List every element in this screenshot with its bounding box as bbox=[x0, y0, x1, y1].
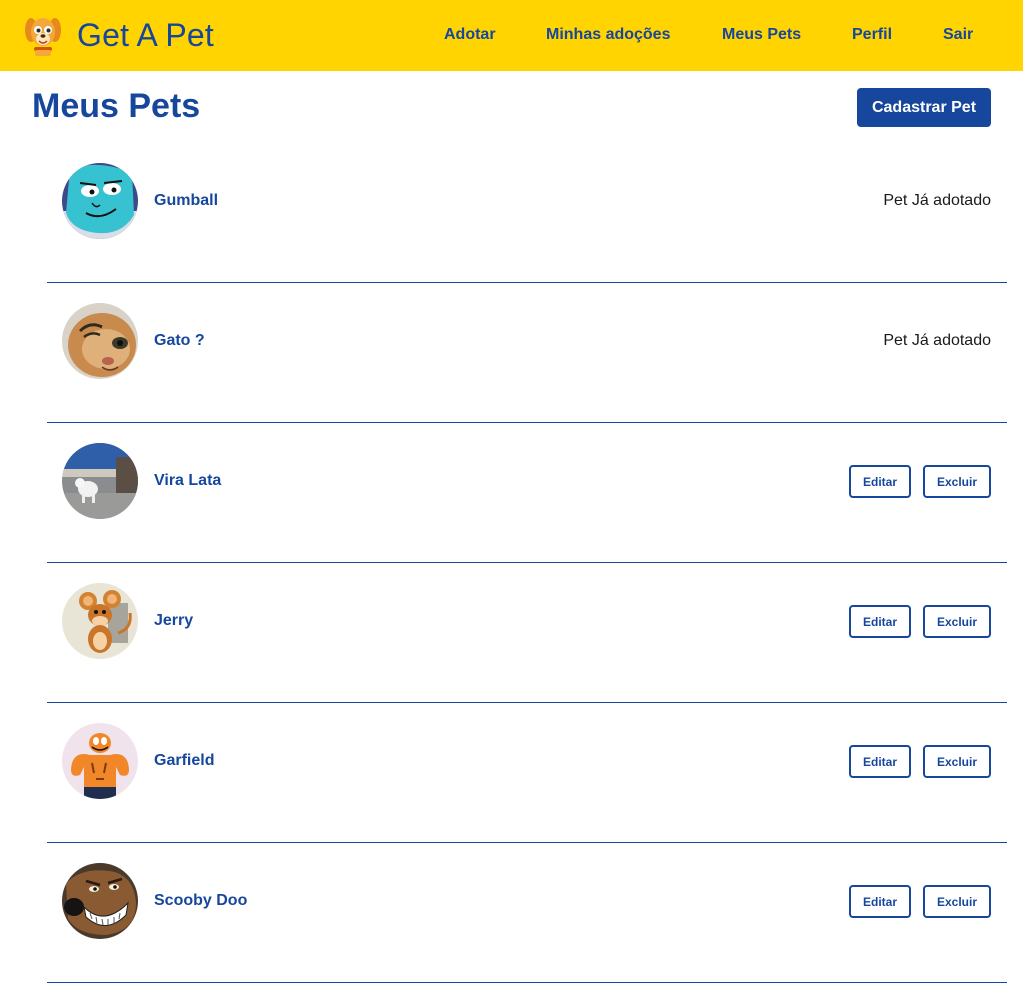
adopted-status: Pet Já adotado bbox=[883, 332, 991, 349]
adopted-status: Pet Já adotado bbox=[883, 192, 991, 209]
page-title: Meus Pets bbox=[32, 87, 201, 125]
brand[interactable]: Get A Pet bbox=[24, 14, 214, 56]
nav-adotar[interactable]: Adotar bbox=[444, 26, 496, 44]
dog-face-icon bbox=[25, 18, 61, 56]
scooby-doo-avatar-image bbox=[62, 863, 138, 939]
delete-button[interactable]: Excluir bbox=[923, 885, 991, 918]
garfield-avatar-image bbox=[62, 723, 138, 799]
pet-name[interactable]: Jerry bbox=[154, 612, 193, 630]
pet-row: Scooby Doo Editar Excluir bbox=[47, 843, 1007, 983]
delete-button[interactable]: Excluir bbox=[923, 605, 991, 638]
jerry-avatar-image bbox=[62, 583, 138, 659]
pet-row: Gumball Pet Já adotado bbox=[47, 143, 1007, 283]
navbar: Get A Pet Adotar Minhas adoções Meus Pet… bbox=[0, 0, 1023, 71]
pet-name[interactable]: Gumball bbox=[154, 192, 218, 210]
nav-minhas-adocoes[interactable]: Minhas adoções bbox=[546, 26, 670, 44]
edit-button[interactable]: Editar bbox=[849, 465, 911, 498]
pet-avatar bbox=[62, 583, 138, 659]
edit-button[interactable]: Editar bbox=[849, 745, 911, 778]
pet-name[interactable]: Scooby Doo bbox=[154, 892, 247, 910]
delete-button[interactable]: Excluir bbox=[923, 745, 991, 778]
add-pet-button[interactable]: Cadastrar Pet bbox=[857, 88, 991, 127]
cat-photo-avatar-image bbox=[62, 303, 138, 379]
pet-avatar bbox=[62, 443, 138, 519]
pet-name[interactable]: Vira Lata bbox=[154, 472, 221, 490]
dog-photo-avatar-image bbox=[62, 443, 138, 519]
pet-avatar bbox=[62, 303, 138, 379]
pet-row: Gato ? Pet Já adotado bbox=[47, 283, 1007, 423]
pet-row: Vira Lata Editar Excluir bbox=[47, 423, 1007, 563]
edit-button[interactable]: Editar bbox=[849, 605, 911, 638]
pet-name[interactable]: Gato ? bbox=[154, 332, 205, 350]
nav-sair[interactable]: Sair bbox=[943, 26, 973, 44]
nav-perfil[interactable]: Perfil bbox=[852, 26, 892, 44]
nav-meus-pets[interactable]: Meus Pets bbox=[722, 26, 801, 44]
pet-row: Garfield Editar Excluir bbox=[47, 703, 1007, 843]
pet-name[interactable]: Garfield bbox=[154, 752, 214, 770]
pet-avatar bbox=[62, 863, 138, 939]
gumball-avatar-image bbox=[62, 163, 138, 239]
pet-row: Jerry Editar Excluir bbox=[47, 563, 1007, 703]
pet-avatar bbox=[62, 163, 138, 239]
brand-name: Get A Pet bbox=[77, 16, 215, 53]
pet-avatar bbox=[62, 723, 138, 799]
edit-button[interactable]: Editar bbox=[849, 885, 911, 918]
delete-button[interactable]: Excluir bbox=[923, 465, 991, 498]
